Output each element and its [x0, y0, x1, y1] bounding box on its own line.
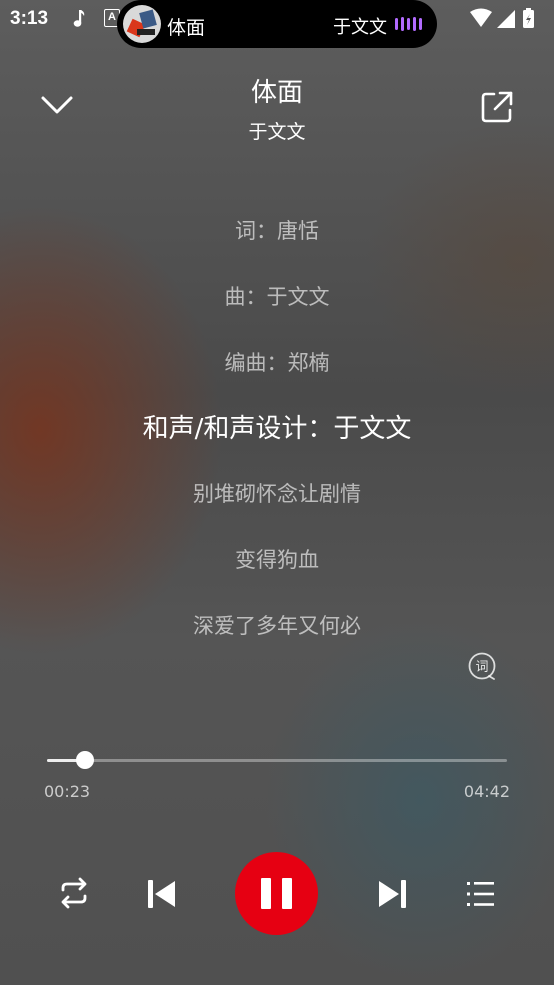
lyric-line-active[interactable]: 和声/和声设计：于文文 — [0, 408, 554, 445]
skip-previous-icon[interactable] — [146, 878, 178, 910]
pause-button[interactable] — [235, 852, 318, 935]
lyric-line[interactable]: 曲：于文文 — [0, 281, 554, 311]
progress-thumb[interactable] — [75, 751, 94, 769]
pause-icon — [261, 878, 271, 909]
wifi-icon — [470, 8, 492, 27]
status-time: 3:13 — [10, 8, 49, 29]
skip-next-icon[interactable] — [376, 878, 408, 910]
status-bar: 3:13 A 体面 于文文 — [0, 0, 554, 48]
progress-bar[interactable] — [47, 751, 507, 769]
album-art-thumbnail — [123, 5, 161, 43]
lyric-line[interactable]: 变得狗血 — [0, 544, 554, 574]
system-status-icons — [470, 8, 534, 28]
svg-text:词: 词 — [475, 660, 488, 675]
external-link-icon[interactable] — [478, 88, 516, 126]
playlist-icon[interactable] — [464, 878, 496, 910]
current-time: 00:23 — [44, 782, 91, 801]
song-artist[interactable]: 于文文 — [0, 117, 554, 144]
lyric-line[interactable]: 词：唐恬 — [0, 215, 554, 245]
lyric-icon[interactable]: 词 — [467, 651, 497, 681]
lyric-line[interactable]: 编曲：郑楠 — [0, 347, 554, 377]
lyric-line[interactable]: 别堆砌怀念让剧情 — [0, 478, 554, 508]
song-title: 体面 — [250, 78, 303, 108]
sound-wave-icon — [395, 17, 422, 31]
island-song-title: 体面 — [167, 17, 206, 39]
total-time: 04:42 — [463, 782, 510, 801]
music-note-icon — [73, 10, 85, 27]
island-artist: 于文文 — [333, 17, 387, 38]
repeat-icon[interactable] — [56, 876, 92, 910]
lyric-line[interactable]: 深爱了多年又何必 — [0, 610, 554, 640]
media-island[interactable]: 体面 于文文 — [117, 0, 437, 48]
signal-icon — [497, 10, 515, 28]
